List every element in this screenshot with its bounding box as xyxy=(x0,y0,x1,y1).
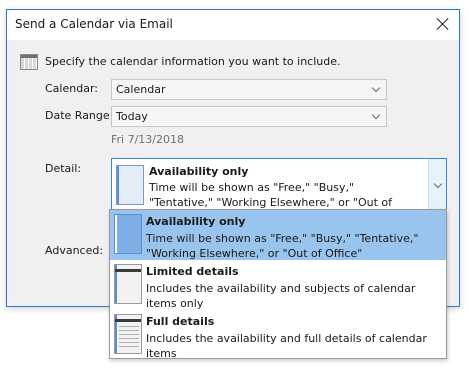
availability-icon xyxy=(116,165,144,205)
chevron-down-icon xyxy=(371,110,381,120)
close-icon[interactable] xyxy=(433,14,453,34)
full-details-icon xyxy=(114,314,142,354)
date-range-note: Fri 7/13/2018 xyxy=(111,133,185,146)
detail-label: Detail: xyxy=(45,162,82,175)
detail-option-limited-details[interactable]: Limited details Includes the availabilit… xyxy=(110,260,446,310)
calendar-icon xyxy=(20,54,38,70)
calendar-select[interactable]: Calendar xyxy=(111,79,387,100)
instruction-text: Specify the calendar information you wan… xyxy=(45,55,341,68)
detail-selected-name: Availability only xyxy=(149,165,249,178)
option-name: Limited details xyxy=(146,265,239,278)
limited-details-icon xyxy=(114,264,142,304)
calendar-label: Calendar: xyxy=(45,82,98,95)
detail-dropdown-list: Availability only Time will be shown as … xyxy=(109,209,447,360)
date-range-label: Date Range: xyxy=(45,109,114,122)
advanced-label: Advanced: xyxy=(45,244,104,257)
option-name: Full details xyxy=(146,315,215,328)
chevron-down-icon xyxy=(433,179,443,189)
title-bar: Send a Calendar via Email xyxy=(7,10,459,40)
option-name: Availability only xyxy=(146,215,246,228)
detail-dropdown-button[interactable] xyxy=(428,159,446,211)
detail-select[interactable]: Availability only Time will be shown as … xyxy=(111,158,447,224)
detail-option-full-details[interactable]: Full details Includes the availability a… xyxy=(110,310,446,360)
option-description: Includes the availability and subjects o… xyxy=(146,282,416,310)
date-range-select-value: Today xyxy=(116,110,148,123)
chevron-down-icon xyxy=(371,83,381,93)
calendar-select-value: Calendar xyxy=(116,83,166,96)
dialog-title: Send a Calendar via Email xyxy=(15,17,173,31)
detail-option-availability-only[interactable]: Availability only Time will be shown as … xyxy=(110,210,446,260)
availability-icon xyxy=(114,214,142,254)
option-description: Includes the availability and full detai… xyxy=(146,332,427,360)
date-range-select[interactable]: Today xyxy=(111,106,387,127)
option-description: Time will be shown as "Free," "Busy," "T… xyxy=(146,232,419,260)
